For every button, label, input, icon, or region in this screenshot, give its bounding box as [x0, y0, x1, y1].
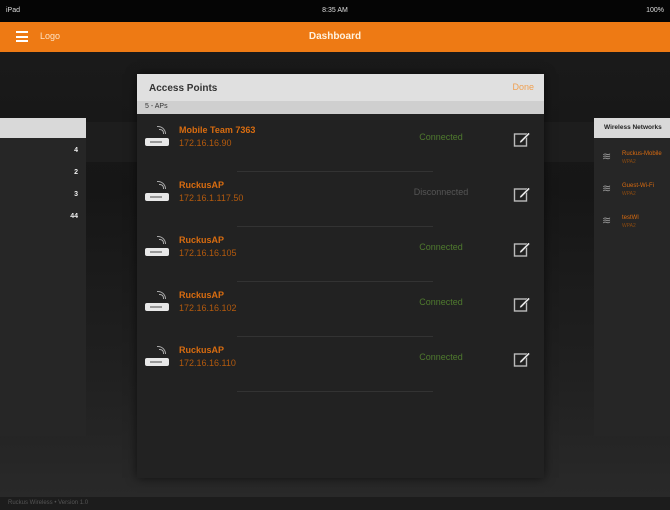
left-summary-panel: 4 2 3 44 — [0, 118, 86, 436]
router-icon — [145, 346, 169, 368]
edit-icon[interactable] — [513, 350, 531, 368]
ap-name: Mobile Team 7363 — [179, 125, 256, 135]
wireless-networks-panel: Wireless Networks ≋ Ruckus-Mobile WPA2 ≋… — [594, 118, 670, 436]
summary-count: 44 — [70, 213, 78, 220]
network-detail: WPA2 — [622, 159, 636, 165]
row-divider — [237, 336, 433, 337]
ap-count-label: 5 - APs — [145, 103, 168, 110]
ap-ip-address: 172.16.16.102 — [179, 303, 237, 313]
summary-count: 4 — [74, 147, 78, 154]
network-detail: WPA2 — [622, 223, 636, 229]
ap-name: RuckusAP — [179, 180, 225, 190]
access-point-row[interactable]: RuckusAP 172.16.16.110 Connected — [137, 338, 544, 392]
wifi-icon: ≋ — [602, 151, 612, 163]
ap-count-bar: 5 - APs — [137, 101, 544, 114]
ap-status: Connected — [419, 132, 463, 142]
router-icon — [145, 291, 169, 313]
wireless-network-item[interactable]: ≋ Ruckus-Mobile WPA2 — [602, 148, 670, 170]
ap-ip-address: 172.16.1.117.50 — [179, 193, 244, 203]
network-name: testWl — [622, 215, 639, 221]
ap-name: RuckusAP — [179, 345, 225, 355]
modal-title: Access Points — [149, 83, 218, 94]
network-name: Ruckus-Mobile — [622, 151, 662, 157]
wireless-network-item[interactable]: ≋ testWl WPA2 — [602, 212, 670, 234]
footer-bar: Ruckus Wireless • Version 1.0 — [0, 497, 670, 510]
ap-ip-address: 172.16.16.90 — [179, 138, 232, 148]
router-icon — [145, 181, 169, 203]
access-point-row[interactable]: RuckusAP 172.16.1.117.50 Disconnected — [137, 173, 544, 227]
ap-name: RuckusAP — [179, 235, 225, 245]
status-time: 8:35 AM — [322, 7, 348, 14]
summary-count: 3 — [74, 191, 78, 198]
row-divider — [237, 281, 433, 282]
access-points-modal: Access Points Done 5 - APs Mobile Team 7… — [137, 74, 544, 478]
ap-name: RuckusAP — [179, 290, 225, 300]
modal-header: Access Points Done — [137, 74, 544, 101]
wireless-network-item[interactable]: ≋ Guest-Wi-Fi WPA2 — [602, 180, 670, 202]
edit-icon[interactable] — [513, 130, 531, 148]
access-point-row[interactable]: RuckusAP 172.16.16.102 Connected — [137, 283, 544, 337]
ap-status: Connected — [419, 242, 463, 252]
ap-ip-address: 172.16.16.105 — [179, 248, 237, 258]
row-divider — [237, 226, 433, 227]
router-icon — [145, 126, 169, 148]
router-icon — [145, 236, 169, 258]
status-bar: iPad 8:35 AM 100% — [0, 0, 670, 22]
ap-status: Connected — [419, 297, 463, 307]
left-panel-header — [0, 118, 86, 138]
page-title: Dashboard — [308, 31, 362, 42]
battery-status: 100% — [646, 7, 664, 14]
ap-status: Disconnected — [413, 187, 469, 197]
ap-ip-address: 172.16.16.110 — [179, 358, 236, 368]
done-button[interactable]: Done — [512, 82, 534, 92]
wifi-icon: ≋ — [602, 183, 612, 195]
summary-count: 2 — [74, 169, 78, 176]
access-point-row[interactable]: RuckusAP 172.16.16.105 Connected — [137, 228, 544, 282]
edit-icon[interactable] — [513, 295, 531, 313]
row-divider — [237, 391, 433, 392]
access-point-row[interactable]: Mobile Team 7363 172.16.16.90 Connected — [137, 118, 544, 172]
top-nav-bar: Logo Dashboard — [0, 22, 670, 52]
network-name: Guest-Wi-Fi — [622, 183, 654, 189]
network-detail: WPA2 — [622, 191, 636, 197]
wireless-networks-header: Wireless Networks — [594, 118, 670, 138]
ap-status: Connected — [419, 352, 463, 362]
edit-icon[interactable] — [513, 185, 531, 203]
edit-icon[interactable] — [513, 240, 531, 258]
row-divider — [237, 171, 433, 172]
wifi-icon: ≋ — [602, 215, 612, 227]
